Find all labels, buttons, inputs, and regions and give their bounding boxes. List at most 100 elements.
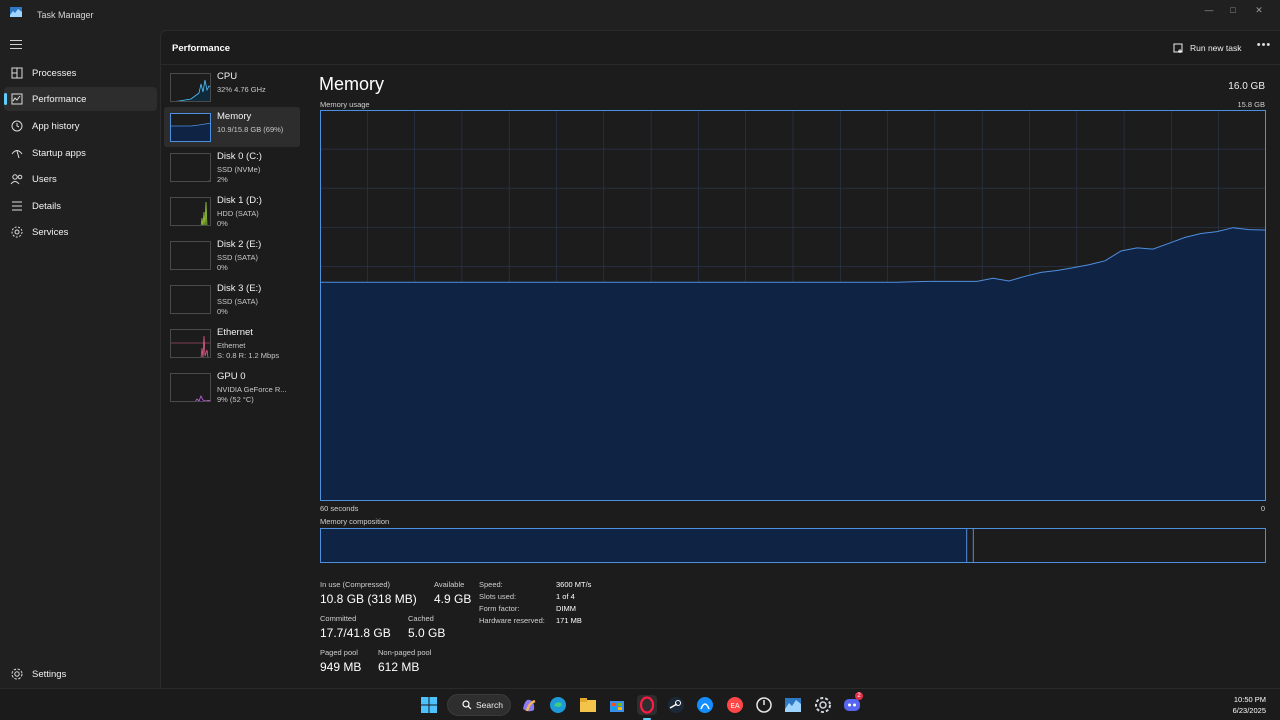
nav-item-details[interactable]: Details: [4, 194, 157, 218]
startup-icon: [11, 150, 23, 159]
resource-name: Memory: [217, 111, 252, 122]
resource-name: Disk 2 (E:): [217, 239, 262, 250]
nav-label-details: Details: [32, 201, 62, 212]
resource-name: Disk 3 (E:): [217, 283, 262, 294]
stat-available: Available 4.9 GB: [434, 580, 471, 606]
disk-0-thumbnail: [170, 153, 211, 182]
details-icon: [12, 201, 22, 211]
spec-value-form-factor: DIMM: [556, 604, 576, 613]
nav-item-settings[interactable]: Settings: [4, 662, 157, 686]
windows-start-icon[interactable]: [419, 695, 439, 715]
resource-disk-2[interactable]: Disk 2 (E:) SSD (SATA) 0%: [164, 235, 300, 275]
resource-memory[interactable]: Memory 10.9/15.8 GB (69%): [164, 107, 300, 147]
file-explorer-icon[interactable]: [578, 695, 598, 715]
stat-label: In use (Compressed): [320, 580, 391, 589]
resource-usage: 0%: [217, 307, 228, 316]
resource-gpu-0[interactable]: GPU 0 NVIDIA GeForce R... 9% (52 °C): [164, 367, 300, 407]
more-options-icon[interactable]: •••: [1256, 40, 1272, 54]
stat-non-paged-pool: Non-paged pool 612 MB: [378, 648, 431, 674]
nav-item-services[interactable]: Services: [4, 220, 157, 244]
cpu-thumbnail: [170, 73, 211, 102]
steam-icon[interactable]: [666, 695, 686, 715]
task-manager-app-icon: [10, 7, 22, 17]
hamburger-menu-icon[interactable]: [10, 40, 22, 50]
maximize-button[interactable]: □: [1222, 3, 1244, 17]
stat-committed: Committed 17.7/41.8 GB: [320, 614, 391, 640]
resource-disk-0[interactable]: Disk 0 (C:) SSD (NVMe) 2%: [164, 147, 300, 187]
copilot-icon[interactable]: [519, 695, 539, 715]
resource-cpu[interactable]: CPU 32% 4.76 GHz: [164, 67, 300, 107]
stat-label: Non-paged pool: [378, 648, 432, 657]
search-icon: [462, 700, 472, 710]
microsoft-store-icon[interactable]: [607, 695, 627, 715]
resource-usage: 0%: [217, 219, 228, 228]
battle-net-icon[interactable]: [695, 695, 715, 715]
sidebar: Processes Performance App history Startu…: [0, 30, 160, 688]
taskbar-search-button[interactable]: Search: [447, 694, 511, 716]
resource-name: Disk 0 (C:): [217, 151, 262, 162]
disk-2-thumbnail: [170, 241, 211, 270]
task-manager-taskbar-icon[interactable]: [783, 695, 803, 715]
search-label: Search: [476, 700, 503, 710]
nav-label-startup-apps: Startup apps: [32, 148, 86, 159]
resource-disk-3[interactable]: Disk 3 (E:) SSD (SATA) 0%: [164, 279, 300, 319]
stat-label: Committed: [320, 614, 357, 623]
stat-value: 4.9 GB: [434, 592, 472, 606]
settings-gear-taskbar-icon[interactable]: [813, 695, 833, 715]
nav-label-services: Services: [32, 227, 69, 238]
edge-browser-icon[interactable]: [548, 695, 568, 715]
discord-notification-badge: 2: [855, 692, 863, 700]
stat-value: 10.8 GB (318 MB): [320, 592, 417, 606]
nav-label-users: Users: [32, 174, 57, 185]
memory-usage-graph: [320, 110, 1266, 501]
disk-1-thumbnail: [170, 197, 211, 226]
resource-name: CPU: [217, 71, 238, 82]
resource-usage: 0%: [217, 263, 228, 272]
resource-name: Disk 1 (D:): [217, 195, 262, 206]
nav-item-performance[interactable]: Performance: [4, 87, 157, 111]
graph-time-span: 60 seconds: [320, 504, 359, 513]
stat-paged-pool: Paged pool 949 MB: [320, 648, 361, 674]
nav-label-performance: Performance: [32, 94, 87, 105]
nav-item-processes[interactable]: Processes: [4, 61, 157, 85]
spec-label-form-factor: Form factor:: [479, 604, 520, 613]
close-button[interactable]: ✕: [1248, 3, 1270, 17]
performance-icon: [11, 93, 23, 105]
main-panel: Performance Run new task ••• CPU 32% 4.7…: [160, 30, 1280, 688]
gear-icon: [11, 668, 23, 680]
resource-usage: 2%: [217, 175, 228, 184]
nav-item-app-history[interactable]: App history: [4, 114, 157, 138]
title-bar: Task Manager — □ ✕: [0, 0, 1280, 30]
resource-detail: SSD (SATA): [217, 253, 258, 262]
ea-app-icon[interactable]: EA: [725, 695, 745, 715]
taskbar-clock[interactable]: 10:50 PM 6/23/2025: [1233, 694, 1266, 716]
minimize-button[interactable]: —: [1198, 3, 1220, 17]
stat-label: Cached: [408, 614, 434, 623]
nav-item-users[interactable]: Users: [4, 167, 157, 191]
resource-ethernet[interactable]: Ethernet Ethernet S: 0.8 R: 1.2 Mbps: [164, 323, 300, 363]
opera-gx-icon[interactable]: [637, 695, 657, 715]
power-monitor-icon[interactable]: [754, 695, 774, 715]
clock-time: 10:50 PM: [1233, 695, 1266, 704]
resource-disk-1[interactable]: Disk 1 (D:) HDD (SATA) 0%: [164, 191, 300, 231]
run-task-icon: [1173, 43, 1183, 53]
run-new-task-label: Run new task: [1190, 43, 1242, 53]
memory-usage-max: 15.8 GB: [1237, 100, 1265, 109]
clock-date: 6/23/2025: [1232, 706, 1266, 715]
resource-detail: 10.9/15.8 GB (69%): [217, 125, 284, 134]
stat-in-use: In use (Compressed) 10.8 GB (318 MB): [320, 580, 417, 606]
composition-in-use: [321, 529, 967, 562]
resource-detail: Ethernet: [217, 341, 246, 350]
resource-usage: 9% (52 °C): [217, 395, 254, 404]
taskbar: Search EA 2 10:50 PM 6/23/2025: [0, 688, 1280, 720]
processes-icon: [11, 67, 23, 79]
graph-time-end: 0: [1260, 504, 1265, 513]
nav-label-processes: Processes: [32, 68, 77, 79]
run-new-task-button[interactable]: Run new task: [1173, 40, 1242, 56]
stat-value: 17.7/41.8 GB: [320, 626, 391, 640]
stat-cached: Cached 5.0 GB: [408, 614, 445, 640]
stat-value: 949 MB: [320, 660, 362, 674]
users-icon: [10, 174, 23, 185]
nav-item-startup-apps[interactable]: Startup apps: [4, 141, 157, 165]
resource-detail: HDD (SATA): [217, 209, 259, 218]
